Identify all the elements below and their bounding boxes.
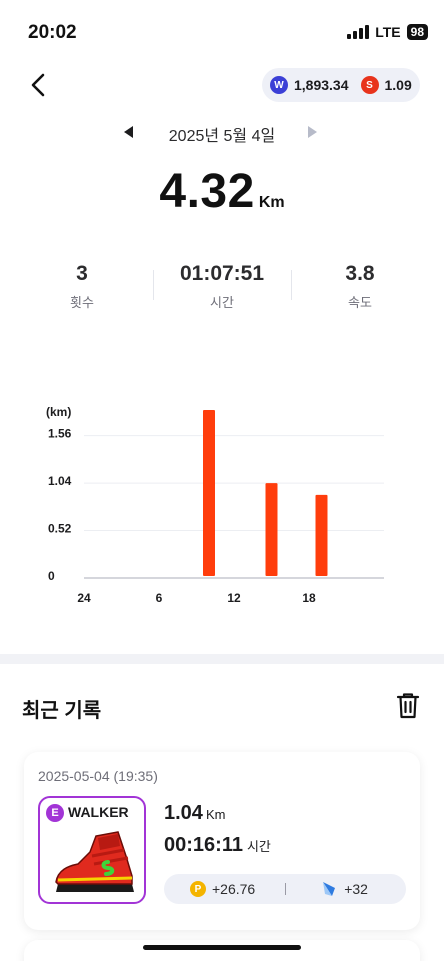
record-time: 00:16:11 시간 bbox=[164, 834, 271, 857]
battery-icon: 98 bbox=[406, 24, 428, 40]
back-button[interactable] bbox=[24, 70, 54, 100]
hourly-distance-chart: (km) 0 0.52 1.04 1.56 24 6 12 18 bbox=[40, 400, 400, 612]
stat-speed: 3.8 속도 bbox=[290, 262, 430, 311]
reward-points: P +26.76 bbox=[190, 881, 255, 897]
distance-summary: 4.32 Km bbox=[0, 164, 444, 219]
y-tick-label: 1.04 bbox=[48, 474, 72, 488]
record-time-unit: 시간 bbox=[246, 839, 271, 854]
home-indicator bbox=[143, 945, 301, 950]
chart-bar bbox=[265, 483, 278, 576]
record-card[interactable]: 2025-05-04 (19:35) E WALKER 1.04 Km 00:16… bbox=[24, 752, 420, 930]
record-distance: 1.04 Km bbox=[164, 802, 225, 825]
trash-icon bbox=[396, 693, 420, 719]
delete-button[interactable] bbox=[396, 692, 420, 720]
recent-title: 최근 기록 bbox=[22, 700, 102, 722]
record-distance-value: 1.04 bbox=[164, 802, 203, 824]
stat-time: 01:07:51 시간 bbox=[152, 262, 292, 311]
distance-unit: Km bbox=[258, 194, 285, 211]
stat-speed-label: 속도 bbox=[348, 295, 372, 310]
section-divider bbox=[0, 654, 444, 664]
reward-points-value: +26.76 bbox=[212, 881, 256, 897]
triangle-left-icon[interactable] bbox=[124, 126, 133, 138]
shoe-name: WALKER bbox=[68, 804, 129, 820]
y-axis-label: (km) bbox=[46, 405, 71, 419]
date-navigation: 2025년 5월 4일 bbox=[0, 122, 444, 145]
balance-s: 1.09 bbox=[384, 77, 412, 93]
stats-row: 3 횟수 01:07:51 시간 3.8 속도 bbox=[0, 262, 444, 312]
signal-icon bbox=[347, 25, 370, 39]
y-tick-label: 1.56 bbox=[48, 427, 72, 441]
stat-time-value: 01:07:51 bbox=[179, 262, 265, 285]
chevron-left-icon bbox=[31, 73, 45, 97]
s-coin-icon: S bbox=[360, 76, 379, 94]
balance-w: 1,893.34 bbox=[294, 77, 349, 93]
triangle-right-icon[interactable] bbox=[308, 126, 317, 138]
stat-speed-value: 3.8 bbox=[345, 262, 375, 285]
chart-bar bbox=[315, 494, 328, 576]
balance-pill[interactable]: W 1,893.34 S 1.09 bbox=[262, 68, 420, 102]
chart-bar bbox=[203, 410, 215, 576]
stat-count-label: 횟수 bbox=[70, 295, 94, 310]
x-tick-label: 6 bbox=[156, 591, 163, 605]
x-tick-label: 24 bbox=[77, 591, 91, 605]
network-label: LTE bbox=[375, 24, 401, 40]
distance-value: 4.32 bbox=[159, 165, 255, 218]
shoe-card: E WALKER bbox=[38, 796, 146, 904]
gem-icon bbox=[323, 882, 336, 896]
y-tick-label: 0.52 bbox=[48, 522, 72, 536]
status-time: 20:02 bbox=[28, 22, 77, 43]
reward-gem-value: +32 bbox=[344, 881, 368, 897]
w-coin-icon: W bbox=[270, 76, 288, 94]
reward-divider bbox=[285, 883, 287, 895]
stat-time-label: 시간 bbox=[210, 295, 234, 310]
p-coin-icon: P bbox=[190, 881, 206, 897]
record-datetime: 2025-05-04 (19:35) bbox=[38, 768, 158, 784]
record-time-value: 00:16:11 bbox=[164, 834, 243, 856]
sneaker-icon bbox=[55, 831, 134, 892]
stat-count: 3 횟수 bbox=[12, 262, 152, 311]
x-tick-label: 18 bbox=[302, 591, 316, 605]
rewards-pill: P +26.76 +32 bbox=[164, 874, 406, 904]
reward-gem: +32 bbox=[320, 880, 368, 898]
shoe-grade-badge: E bbox=[46, 804, 64, 822]
y-tick-label: 0 bbox=[48, 569, 55, 583]
x-tick-label: 12 bbox=[227, 591, 241, 605]
record-distance-unit: Km bbox=[205, 807, 226, 822]
record-card-next[interactable] bbox=[24, 940, 420, 961]
stat-count-value: 3 bbox=[76, 262, 88, 285]
date-label: 2025년 5월 4일 bbox=[168, 128, 276, 145]
chart-svg: (km) 0 0.52 1.04 1.56 24 6 12 18 bbox=[46, 405, 384, 605]
status-indicators: LTE 98 bbox=[347, 24, 428, 40]
status-bar: 20:02 LTE 98 bbox=[0, 0, 444, 60]
